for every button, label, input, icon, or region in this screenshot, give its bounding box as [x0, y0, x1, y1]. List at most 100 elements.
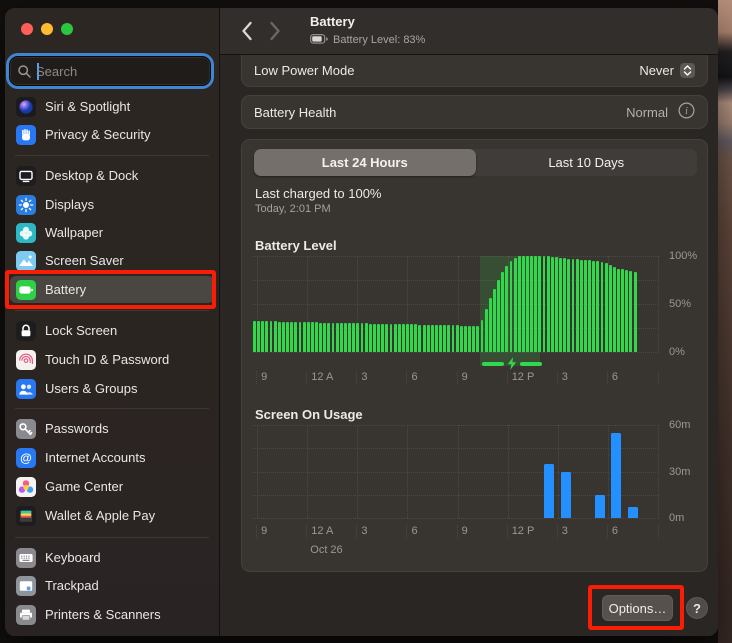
low-power-mode-popup[interactable]: Never	[639, 63, 695, 78]
battery-level-bar	[472, 326, 475, 352]
last-charged-time: Today, 2:01 PM	[255, 203, 331, 215]
battery-level-bar	[563, 258, 566, 352]
game-center-icon	[16, 477, 36, 497]
battery-status-icon	[310, 31, 328, 49]
battery-level-bar	[307, 322, 310, 352]
battery-level-bar	[567, 259, 570, 352]
x-tick-label: 3	[557, 525, 568, 538]
desktop: Siri & Spotlight Privacy & Security Deskto…	[0, 0, 732, 643]
battery-level-bar	[617, 269, 620, 353]
y-tick-label: 100%	[669, 250, 697, 262]
battery-level-bar	[365, 323, 368, 352]
sidebar-item-siri-spotlight[interactable]: Siri & Spotlight	[10, 93, 214, 120]
sidebar-group-separator	[15, 537, 209, 538]
battery-level-bar	[439, 325, 442, 352]
screen-on-usage-bar	[544, 464, 554, 518]
y-tick-label: 50%	[669, 298, 691, 310]
gridline	[253, 472, 658, 473]
tab-last-10-days[interactable]: Last 10 Days	[476, 149, 698, 176]
sidebar-item-label: Privacy & Security	[45, 127, 150, 142]
x-axis-edge-tick	[658, 525, 659, 538]
gridline	[458, 425, 459, 518]
sidebar-item-desktop-dock[interactable]: Desktop & Dock	[10, 162, 214, 189]
battery-level-bar	[634, 272, 637, 352]
battery-level-bar	[505, 266, 508, 352]
battery-level-bar	[348, 323, 351, 352]
battery-level-bar	[510, 261, 513, 352]
battery-level-bar	[303, 322, 306, 352]
battery-icon	[16, 280, 36, 300]
charge-dash	[482, 362, 504, 366]
x-tick-label: 6	[406, 525, 417, 538]
x-tick-label: 6	[607, 525, 618, 538]
sidebar-item-battery[interactable]: Battery	[10, 276, 214, 303]
sidebar-item-trackpad[interactable]: Trackpad	[10, 572, 214, 599]
sidebar-item-label: Desktop & Dock	[45, 168, 138, 183]
options-button[interactable]: Options…	[602, 595, 673, 621]
sidebar-item-touch-id-password[interactable]: Touch ID & Password	[10, 346, 214, 373]
battery-level-bar	[274, 321, 277, 352]
sidebar-item-users-groups[interactable]: Users & Groups	[10, 375, 214, 402]
battery-level-bar	[423, 325, 426, 352]
battery-level-bar	[547, 256, 550, 352]
gridline	[257, 425, 258, 518]
y-tick-label: 60m	[669, 419, 690, 431]
battery-level-bar	[601, 262, 604, 352]
trackpad-icon	[16, 576, 36, 596]
sidebar-item-displays[interactable]: Displays	[10, 191, 214, 218]
gridline	[253, 448, 658, 449]
battery-level-bar	[464, 326, 467, 352]
sidebar-item-privacy-security[interactable]: Privacy & Security	[10, 121, 214, 148]
battery-level-bar	[621, 269, 624, 352]
battery-level-bar	[418, 325, 421, 352]
battery-level-bar	[580, 260, 583, 352]
battery-level-bar	[625, 270, 628, 352]
screen-on-usage-bar	[628, 507, 638, 518]
main-header: Battery Battery Level: 83%	[220, 8, 718, 55]
info-icon[interactable]: i	[678, 102, 695, 122]
battery-level-bar	[257, 321, 260, 352]
sidebar-item-label: Internet Accounts	[45, 450, 145, 465]
sidebar-item-lock-screen[interactable]: Lock Screen	[10, 317, 214, 344]
wallet-icon	[16, 506, 36, 526]
low-power-mode-value: Never	[639, 63, 674, 78]
help-button[interactable]: ?	[686, 597, 708, 619]
screen-on-usage-bar	[561, 472, 571, 519]
popup-stepper-icon	[680, 63, 695, 78]
fingerprint-icon	[16, 350, 36, 370]
battery-level-bar	[609, 265, 612, 352]
battery-level-bar	[327, 323, 330, 352]
tab-last-24-hours[interactable]: Last 24 Hours	[254, 149, 476, 176]
sidebar-item-screen-saver[interactable]: Screen Saver	[10, 247, 214, 274]
battery-level-bar	[394, 324, 397, 352]
battery-level-bar	[501, 272, 504, 352]
sidebar-item-passwords[interactable]: Passwords	[10, 415, 214, 442]
forward-button[interactable]	[269, 20, 282, 47]
sidebar-item-keyboard[interactable]: Keyboard	[10, 544, 214, 571]
svg-text:@: @	[20, 451, 32, 465]
battery-level-bar	[605, 263, 608, 352]
battery-level-bar	[629, 271, 632, 352]
battery-health-row: Battery Health Normal i	[241, 95, 708, 129]
sidebar-item-internet-accounts[interactable]: @ Internet Accounts	[10, 444, 214, 471]
battery-level-bar	[576, 259, 579, 352]
sidebar-item-wallet-apple-pay[interactable]: Wallet & Apple Pay	[10, 502, 214, 529]
battery-level-bar	[369, 324, 372, 352]
battery-level-bar	[294, 322, 297, 352]
battery-level-bar	[406, 324, 409, 352]
battery-level-bar	[402, 324, 405, 352]
battery-level-bar	[559, 258, 562, 352]
last-charged-text: Last charged to 100%	[255, 186, 381, 201]
battery-level-bar	[352, 323, 355, 352]
gridline	[253, 352, 658, 353]
gridline	[357, 425, 358, 518]
back-button[interactable]	[240, 20, 253, 47]
sidebar-item-wallpaper[interactable]: Wallpaper	[10, 219, 214, 246]
y-tick-label: 30m	[669, 466, 690, 478]
gridline	[307, 425, 308, 518]
x-tick-label: 9	[256, 525, 267, 538]
gridline	[658, 425, 659, 518]
sidebar-item-printers-scanners[interactable]: Printers & Scanners	[10, 601, 214, 628]
sidebar-item-game-center[interactable]: Game Center	[10, 473, 214, 500]
battery-level-bar	[299, 322, 302, 352]
